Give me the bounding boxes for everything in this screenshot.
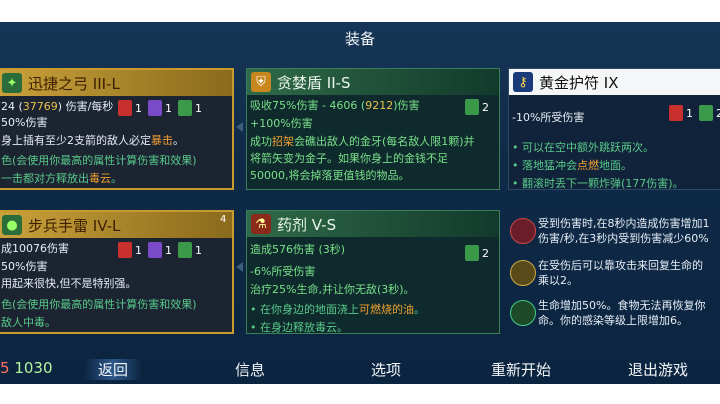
scroll-count: 1 — [686, 106, 693, 120]
scroll-count: 2 — [482, 246, 489, 260]
bow-icon: ✦ — [2, 73, 22, 93]
amulet-card[interactable]: ⚷ 黄金护符 IX -10%所受伤害 1 2 • 可以在空中额外跳跃两次。 • … — [508, 68, 720, 190]
effect-line: 身上插有至少2支箭的敌人必定暴击。 — [1, 134, 184, 147]
card-title: 黄金护符 IX — [539, 73, 619, 92]
scroll-count: 1 — [165, 101, 172, 115]
affix-line: 色(会使用你最高的属性计算伤害和效果) — [1, 154, 197, 167]
scroll-counts: 1 2 — [669, 105, 720, 121]
bonus-line: 50%伤害 — [1, 116, 48, 129]
grenade-icon: ● — [2, 215, 22, 235]
restart-button[interactable]: 重新开始 — [491, 359, 551, 380]
mutation-text-2: 命。你的感染等级上限增加6。 — [538, 314, 688, 327]
mutation-text: 受到伤害时,在8秒内造成伤害增加1 — [538, 217, 710, 230]
brutality-scroll-icon — [669, 105, 683, 121]
footer-bar: 5 1030 返回 信息 选项 重新开始 退出游戏 — [0, 355, 720, 384]
affix-line-2: 敌人中毒。 — [1, 316, 56, 329]
shield-card[interactable]: ⛨ 贪婪盾 II-S 吸收75%伤害 - 4606 (9212)伤害 +100%… — [246, 68, 500, 190]
mutation-entry[interactable]: 受到伤害时,在8秒内造成伤害增加1 伤害/秒,在3秒内受到伤害减少60% — [510, 216, 720, 246]
brutality-scroll-icon — [118, 242, 132, 258]
scroll-counts: 1 1 1 — [118, 242, 205, 258]
damage-line: 24 (37769) 伤害/每秒 — [1, 100, 114, 113]
scroll-count: 2 — [482, 100, 489, 114]
affix-line: 色(会使用你最高的属性计算伤害和效果) — [1, 298, 197, 311]
quit-button[interactable]: 退出游戏 — [628, 359, 688, 380]
effect-line: 治疗25%生命,并让你无敌(3秒)。 — [250, 283, 415, 296]
survival-scroll-icon — [178, 242, 192, 258]
scroll-count: 1 — [135, 101, 142, 115]
survival-scroll-icon — [178, 100, 192, 116]
amulet-bullet: • 落地猛冲会点燃地面。 — [512, 159, 632, 172]
swap-arrow-icon — [236, 122, 243, 132]
card-header: ✦ 迅捷之弓 III-L — [0, 70, 232, 96]
card-title: 贪婪盾 II-S — [277, 73, 351, 92]
amulet-bullet: • 可以在空中额外跳跃两次。 — [512, 141, 654, 154]
options-button[interactable]: 选项 — [371, 359, 401, 380]
potion-card[interactable]: ⚗ 药剂 V-S 造成576伤害 (3秒) -6%所受伤害 治疗25%生命,并让… — [246, 210, 500, 334]
potion-bullet: • 在你身边的地面浇上可燃烧的油。 — [250, 303, 425, 316]
tactics-scroll-icon — [148, 242, 162, 258]
effect-line-3: 50000,将会掉落更值钱的物品。 — [250, 169, 410, 182]
survival-scroll-icon — [465, 245, 479, 261]
scroll-counts: 2 — [465, 245, 492, 261]
swap-arrow-icon — [236, 262, 243, 272]
info-button[interactable]: 信息 — [235, 359, 265, 380]
scroll-count: 1 — [165, 243, 172, 257]
resist-line: -6%所受伤害 — [250, 265, 316, 278]
mutation-text-2: 乘以2。 — [538, 274, 578, 287]
effect-line: 成功招架会礁出敌人的金牙(每名敌人限1颗)并 — [250, 135, 475, 148]
mutation-entry[interactable]: 生命增加50%。食物无法再恢复你 命。你的感染等级上限增加6。 — [510, 298, 720, 328]
tactics-scroll-icon — [148, 100, 162, 116]
scroll-count: 1 — [195, 101, 202, 115]
amulet-icon: ⚷ — [513, 72, 533, 92]
mutation-icon — [510, 260, 536, 286]
weapon-card-grenade[interactable]: ● 步兵手雷 IV-L 4 成10076伤害 50%伤害 用起来很快,但不是特别… — [0, 210, 234, 334]
mutation-icon — [510, 300, 536, 326]
screen-title: 装备 — [344, 30, 375, 48]
mutation-text-2: 伤害/秒,在3秒内受到伤害减少60% — [538, 232, 709, 245]
equipment-screen: 装备 ✦ 迅捷之弓 III-L 24 (37769) 伤害/每秒 50%伤害 身… — [0, 22, 720, 384]
potion-bullet: • 在身边释放毒云。 — [250, 321, 348, 334]
block-line: 吸收75%伤害 - 4606 (9212)伤害 — [250, 99, 420, 112]
shield-icon: ⛨ — [251, 72, 271, 92]
mutation-text: 在受伤后可以靠攻击来回复生命的 — [538, 259, 703, 272]
survival-scroll-icon — [699, 105, 713, 121]
card-title: 步兵手雷 IV-L — [28, 216, 121, 235]
damage-line: 成10076伤害 — [1, 242, 69, 255]
amulet-bullet: • 翻滚时丢下一颗炸弹(177伤害)。 — [512, 177, 684, 190]
effect-line-2: 将箭矢变为金子。如果你身上的金钱不足 — [250, 152, 448, 165]
mutation-text: 生命增加50%。食物无法再恢复你 — [538, 299, 706, 312]
scroll-counts: 2 — [465, 99, 492, 115]
scroll-count: 1 — [195, 243, 202, 257]
effect-line: 用起来很快,但不是特别强。 — [1, 277, 137, 290]
card-header: ● 步兵手雷 IV-L — [0, 212, 232, 238]
mutation-entry[interactable]: 在受伤后可以靠攻击来回复生命的 乘以2。 — [510, 258, 720, 288]
survival-scroll-icon — [465, 99, 479, 115]
scroll-count: 1 — [135, 243, 142, 257]
back-button[interactable]: 返回 — [84, 359, 143, 380]
scroll-count: 2 — [716, 106, 720, 120]
scroll-counts: 1 1 1 — [118, 100, 205, 116]
affix-line-2: 一击都对方释放出毒云。 — [1, 172, 122, 185]
charge-count: 4 — [220, 214, 227, 225]
weapon-card-bow[interactable]: ✦ 迅捷之弓 III-L 24 (37769) 伤害/每秒 50%伤害 身上插有… — [0, 68, 234, 190]
mutation-icon — [510, 218, 536, 244]
gold-counter: 5 1030 — [0, 359, 53, 377]
card-header: ⚗ 药剂 V-S — [247, 211, 499, 237]
card-title: 迅捷之弓 III-L — [28, 74, 120, 93]
damage-line: 造成576伤害 (3秒) — [250, 243, 346, 256]
bonus-line: +100%伤害 — [250, 117, 313, 130]
bottom-margin — [0, 384, 720, 404]
card-header: ⚷ 黄金护符 IX — [509, 69, 720, 95]
card-title: 药剂 V-S — [277, 215, 337, 234]
bonus-line: 50%伤害 — [1, 260, 48, 273]
potion-icon: ⚗ — [251, 214, 271, 234]
brutality-scroll-icon — [118, 100, 132, 116]
resist-line: -10%所受伤害 — [512, 111, 585, 124]
card-header: ⛨ 贪婪盾 II-S — [247, 69, 499, 95]
